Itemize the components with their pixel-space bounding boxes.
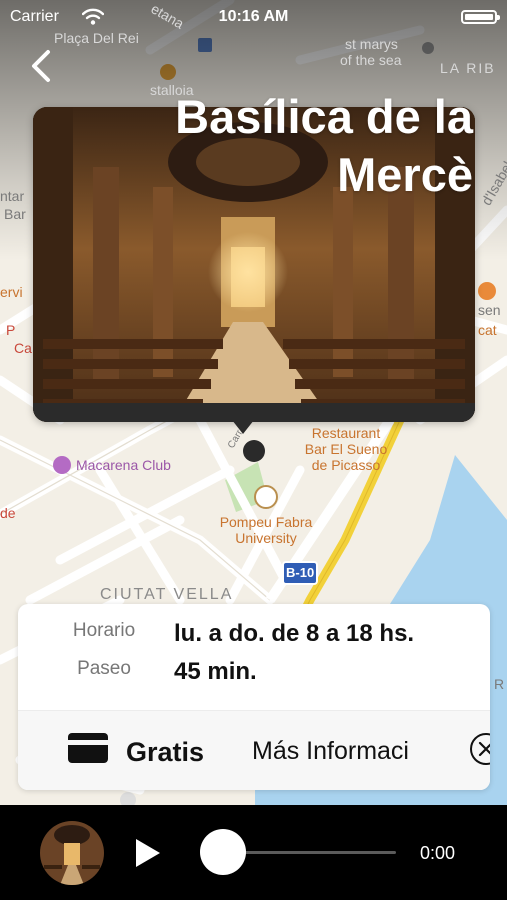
elapsed-time: 0:00 [420,843,456,863]
map-label: ervi [0,284,23,300]
district-label: CIUTAT VELLA [100,586,234,603]
actions-bar: Gratis Más Informaci [18,710,490,790]
map-label: de [0,505,16,521]
callout-pointer [232,420,254,434]
status-time: 10:16 AM [218,8,289,25]
map-label: de Picasso [311,457,381,473]
map-label: sen [478,302,501,318]
audio-player: 0:00 [0,805,507,900]
map-label: ntar [0,188,25,204]
audio-thumbnail [40,821,104,885]
duration-row: Paseo 45 min. [18,658,490,692]
close-icon[interactable] [470,733,490,765]
schedule-value: lu. a do. de 8 a 18 hs. [174,620,415,647]
map-label: LA RIB [440,60,496,76]
map-label: st marys [345,36,398,52]
map-label: Ca [14,340,32,356]
status-bar: Carrier 10:16 AM [0,0,507,34]
map-label: Macarena Club [76,457,171,473]
place-title: Basílica de la Mercè [175,90,473,201]
map-label: University [235,530,297,546]
more-info-button[interactable]: Más Informaci [252,737,409,766]
map-label: R [494,676,505,692]
road-shield-label: B-10 [286,565,315,580]
duration-label: Paseo [77,658,131,679]
schedule-label: Horario [72,620,136,641]
map-label: P [6,322,16,338]
map-label: Bar El Sueno [304,441,388,457]
progress-slider-knob[interactable] [200,829,246,875]
duration-value: 45 min. [174,658,257,685]
location-pin-icon[interactable] [243,440,265,462]
map-label: Pompeu Fabra [219,514,313,530]
battery-icon [461,10,500,24]
map-label: of the sea [340,52,402,68]
map-label: Bar [4,206,26,222]
schedule-row: Horario lu. a do. de 8 a 18 hs. [18,620,490,654]
play-button[interactable] [130,835,164,871]
map-label: cat [478,322,497,338]
map-label: Restaurant [311,425,381,441]
progress-track[interactable] [222,851,396,854]
info-panel: Horario lu. a do. de 8 a 18 hs. Paseo 45… [18,604,490,790]
credit-card-icon [68,733,108,763]
back-button[interactable] [24,46,58,86]
price-label: Gratis [126,737,205,767]
